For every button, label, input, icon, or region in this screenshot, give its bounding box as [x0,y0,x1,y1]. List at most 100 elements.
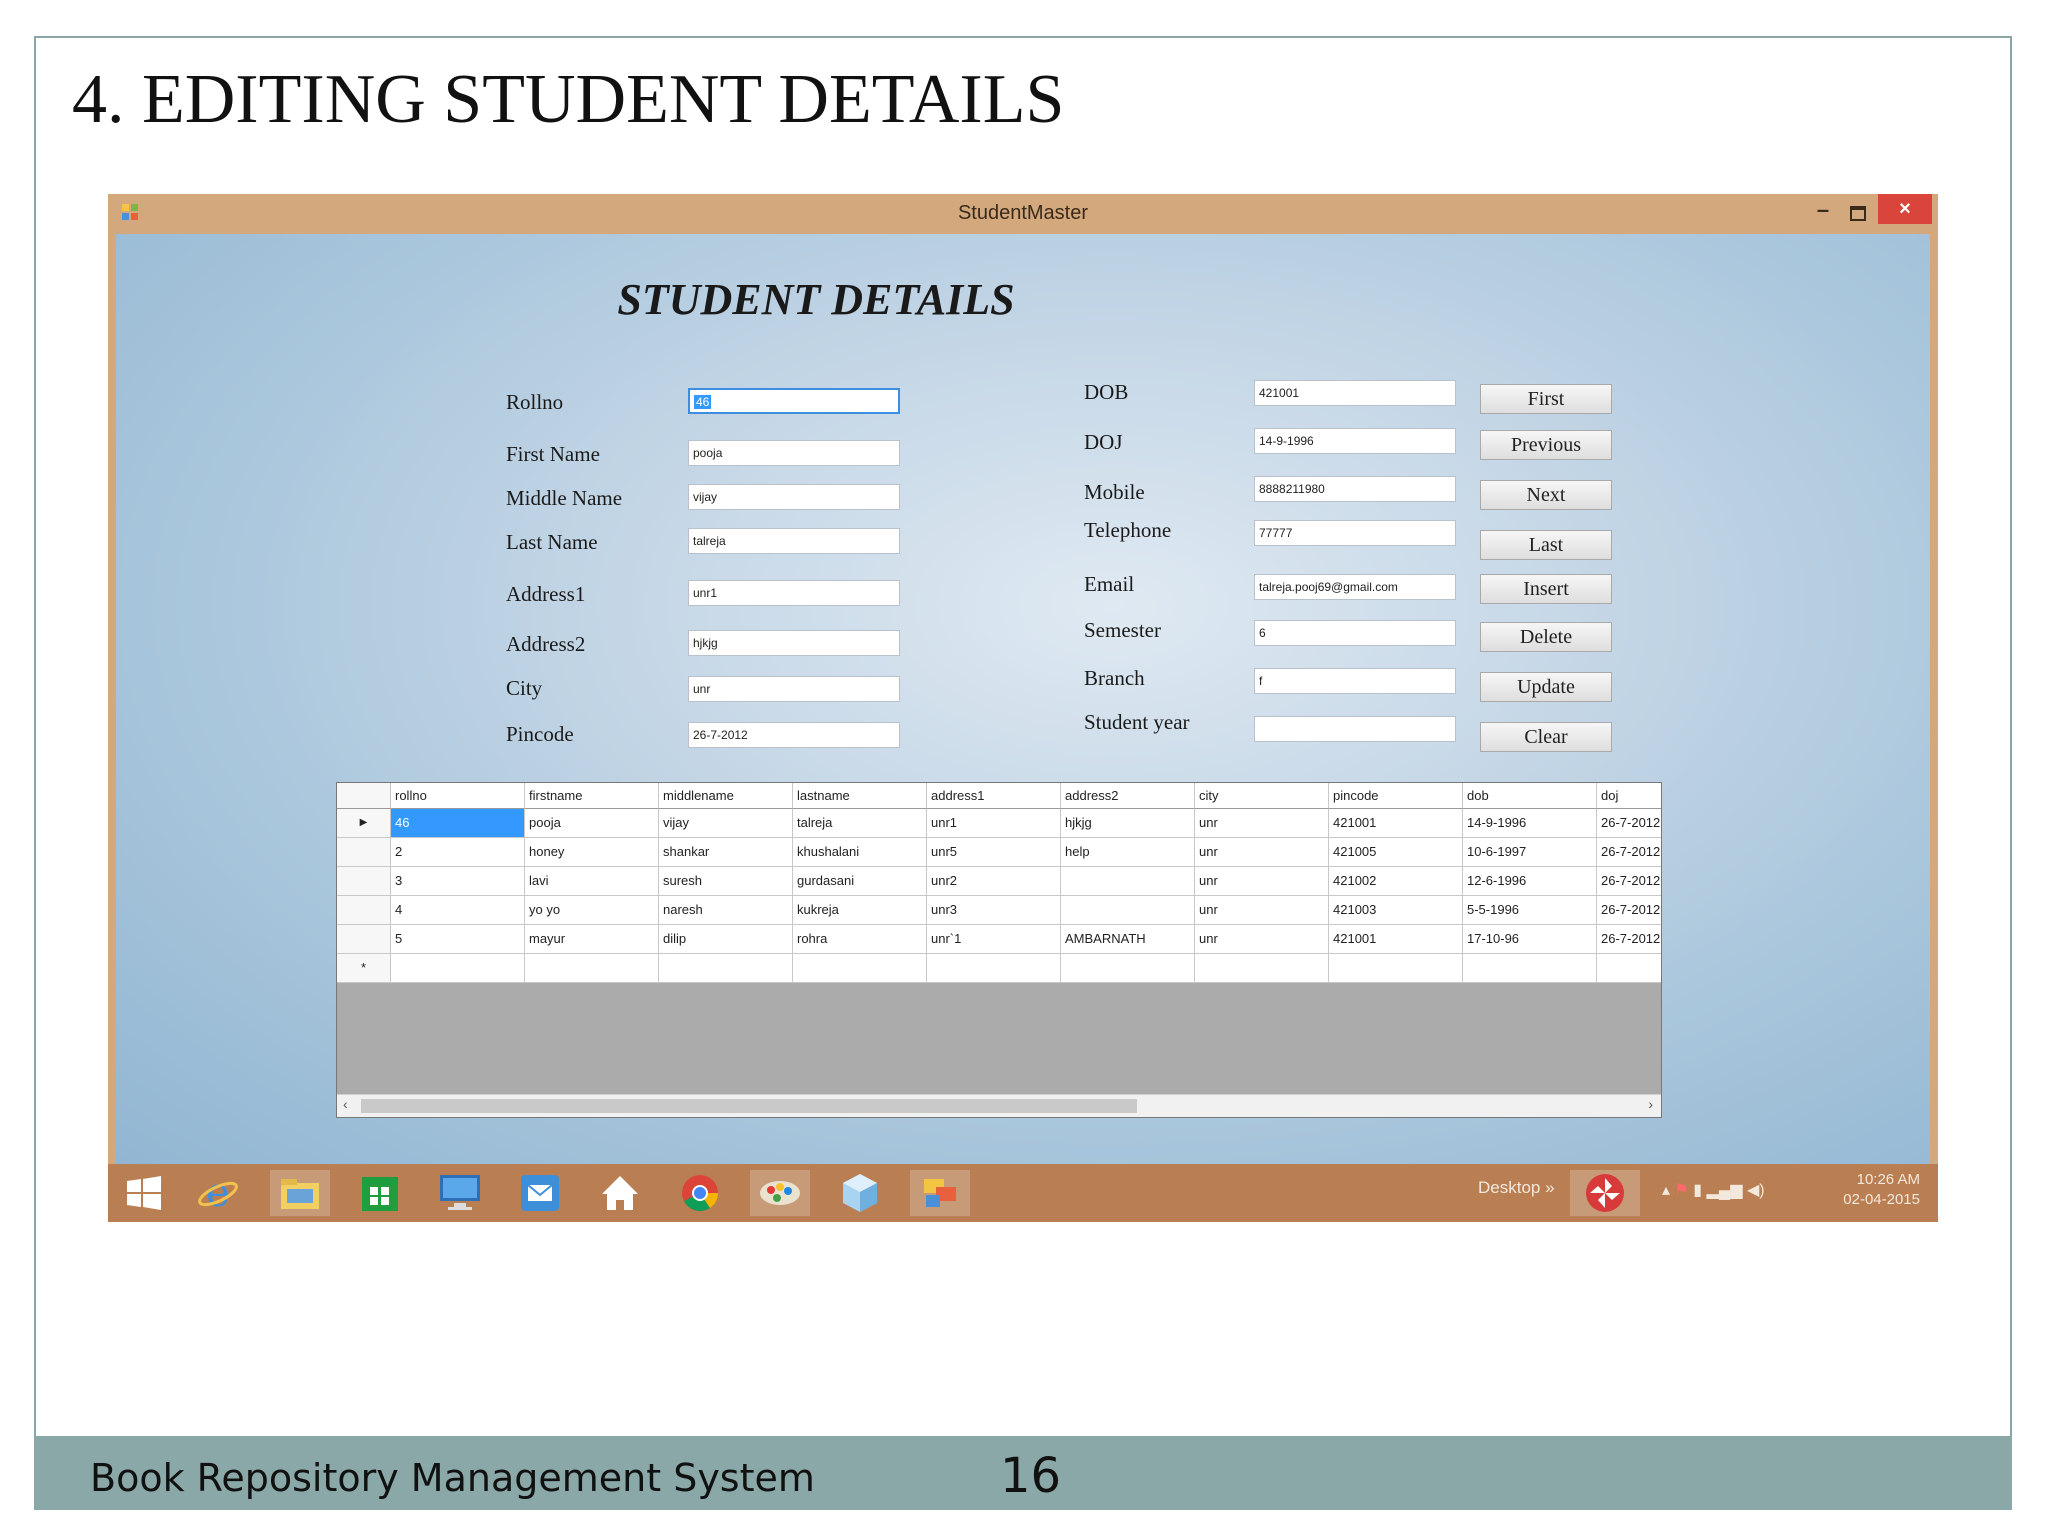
table-cell-pincode[interactable]: 421003 [1329,896,1463,925]
scrollbar-thumb[interactable] [361,1099,1137,1113]
table-cell-firstname[interactable]: lavi [525,867,659,896]
branch-field[interactable]: f [1254,668,1456,694]
address2-field[interactable]: hjkjg [688,630,900,656]
new-row-cell[interactable] [391,954,525,983]
new-row-cell[interactable] [1329,954,1463,983]
table-cell-middlename[interactable]: vijay [659,809,793,838]
table-cell-doj[interactable]: 26-7-2012 [1597,838,1661,867]
new-row-cell[interactable] [659,954,793,983]
column-header-middlename[interactable]: middlename [659,783,793,809]
table-cell-doj[interactable]: 26-7-2012 [1597,867,1661,896]
address1-field[interactable]: unr1 [688,580,900,606]
new-row-cell[interactable] [927,954,1061,983]
table-cell-middlename[interactable]: dilip [659,925,793,954]
table-cell-address1[interactable]: unr3 [927,896,1061,925]
home-icon[interactable] [590,1170,650,1216]
table-cell-address2[interactable] [1061,867,1195,896]
table-cell-address1[interactable]: unr`1 [927,925,1061,954]
dob-field[interactable]: 421001 [1254,380,1456,406]
minimize-button[interactable]: – [1808,198,1838,226]
telephone-field[interactable]: 77777 [1254,520,1456,546]
doj-field[interactable]: 14-9-1996 [1254,428,1456,454]
table-cell-pincode[interactable]: 421005 [1329,838,1463,867]
new-row-header[interactable]: * [337,954,391,983]
chrome-icon[interactable] [670,1170,730,1216]
column-header-rollno[interactable]: rollno [391,783,525,809]
table-cell-address2[interactable] [1061,896,1195,925]
scroll-left-icon[interactable]: ‹ [343,1096,348,1112]
first-button[interactable]: First [1480,384,1612,414]
column-header-address1[interactable]: address1 [927,783,1061,809]
mobile-field[interactable]: 8888211980 [1254,476,1456,502]
windows-start-icon[interactable] [114,1170,174,1216]
table-cell-doj[interactable]: 26-7-2012 [1597,896,1661,925]
table-cell-rollno[interactable]: 4 [391,896,525,925]
window-titlebar[interactable]: StudentMaster – × [108,194,1938,234]
table-cell-address1[interactable]: unr1 [927,809,1061,838]
row-header[interactable] [337,867,391,896]
table-cell-firstname[interactable]: yo yo [525,896,659,925]
new-row-cell[interactable] [1195,954,1329,983]
table-cell-pincode[interactable]: 421002 [1329,867,1463,896]
table-cell-firstname[interactable]: honey [525,838,659,867]
new-row-cell[interactable] [1061,954,1195,983]
new-row-cell[interactable] [1463,954,1597,983]
table-cell-lastname[interactable]: kukreja [793,896,927,925]
column-header-dob[interactable]: dob [1463,783,1597,809]
table-cell-dob[interactable]: 12-6-1996 [1463,867,1597,896]
table-cell-pincode[interactable]: 421001 [1329,925,1463,954]
tray-chevron-icon[interactable]: ▴ [1662,1182,1670,1199]
insert-button[interactable]: Insert [1480,574,1612,604]
table-cell-address1[interactable]: unr5 [927,838,1061,867]
clear-button[interactable]: Clear [1480,722,1612,752]
row-header[interactable] [337,896,391,925]
table-cell-middlename[interactable]: naresh [659,896,793,925]
scroll-right-icon[interactable]: › [1648,1096,1653,1112]
table-cell-city[interactable]: unr [1195,867,1329,896]
store-icon[interactable] [350,1170,410,1216]
update-button[interactable]: Update [1480,672,1612,702]
table-cell-address1[interactable]: unr2 [927,867,1061,896]
table-cell-doj[interactable]: 26-7-2012 [1597,925,1661,954]
middlename-field[interactable]: vijay [688,484,900,510]
table-cell-dob[interactable]: 5-5-1996 [1463,896,1597,925]
table-cell-city[interactable]: unr [1195,896,1329,925]
column-header-city[interactable]: city [1195,783,1329,809]
table-cell-address2[interactable]: help [1061,838,1195,867]
city-field[interactable]: unr [688,676,900,702]
pinwheel-app-icon[interactable] [1570,1170,1640,1216]
lastname-field[interactable]: talreja [688,528,900,554]
new-row-cell[interactable] [793,954,927,983]
office-app-icon[interactable] [910,1170,970,1216]
semester-field[interactable]: 6 [1254,620,1456,646]
file-explorer-icon[interactable] [270,1170,330,1216]
table-cell-pincode[interactable]: 421001 [1329,809,1463,838]
student-year-field[interactable] [1254,716,1456,742]
row-header[interactable]: ▶ [337,809,391,838]
taskbar-clock[interactable]: 10:26 AM 02-04-2015 [1808,1170,1920,1210]
table-cell-dob[interactable]: 17-10-96 [1463,925,1597,954]
desktop-toolbar-label[interactable]: Desktop » [1478,1178,1555,1198]
desktop-computer-icon[interactable] [430,1170,490,1216]
table-cell-lastname[interactable]: khushalani [793,838,927,867]
table-cell-lastname[interactable]: gurdasani [793,867,927,896]
firstname-field[interactable]: pooja [688,440,900,466]
paint-icon[interactable] [750,1170,810,1216]
pincode-field[interactable]: 26-7-2012 [688,722,900,748]
table-cell-lastname[interactable]: rohra [793,925,927,954]
battery-icon[interactable]: ▮ [1693,1182,1702,1199]
table-cell-firstname[interactable]: pooja [525,809,659,838]
previous-button[interactable]: Previous [1480,430,1612,460]
column-header-doj[interactable]: doj [1597,783,1661,809]
column-header-firstname[interactable]: firstname [525,783,659,809]
internet-explorer-icon[interactable]: e [188,1170,248,1216]
table-cell-dob[interactable]: 14-9-1996 [1463,809,1597,838]
column-header-address2[interactable]: address2 [1061,783,1195,809]
horizontal-scrollbar[interactable]: ‹ › [337,1094,1661,1117]
flag-icon[interactable]: ⚑ [1674,1182,1688,1199]
maximize-button[interactable] [1843,198,1873,226]
table-cell-address2[interactable]: AMBARNATH [1061,925,1195,954]
close-button[interactable]: × [1878,194,1932,224]
grid-corner-header[interactable] [337,783,391,809]
mail-icon[interactable] [510,1170,570,1216]
